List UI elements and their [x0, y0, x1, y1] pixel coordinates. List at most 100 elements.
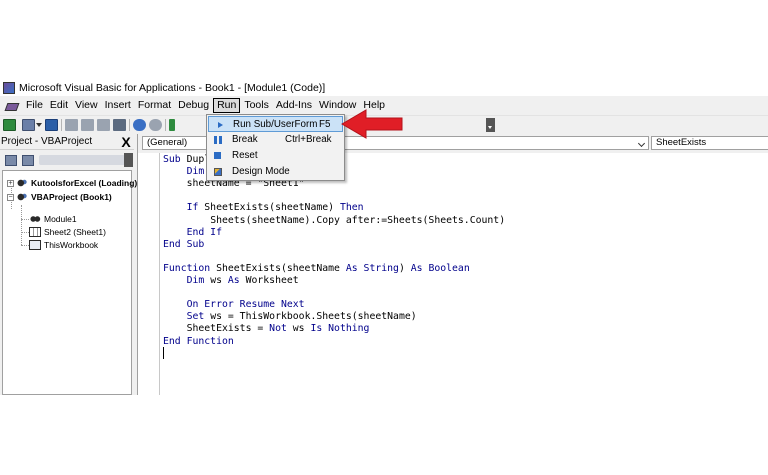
code-line: End Function	[163, 336, 234, 348]
find-icon[interactable]	[113, 118, 126, 131]
code-text: )	[398, 262, 411, 274]
tree-connector	[21, 245, 29, 246]
redo-icon[interactable]	[149, 118, 162, 131]
project-pane-close-button[interactable]: X	[119, 135, 133, 149]
vba-project-icon	[16, 192, 28, 202]
code-keyword: As String	[345, 262, 399, 274]
menu-item-design-mode[interactable]: Design Mode	[208, 164, 343, 180]
code-keyword: Function	[163, 262, 211, 274]
tree-item-vbaproject[interactable]: − VBAProject (Book1)	[7, 191, 112, 203]
vba-project-icon	[16, 178, 28, 188]
code-keyword: Set	[186, 311, 205, 323]
stop-icon	[214, 152, 221, 159]
code-keyword: Sub	[163, 154, 181, 165]
tree-item-kutools[interactable]: + KutoolsforExcel (Loading)	[7, 177, 137, 189]
play-icon	[218, 122, 223, 128]
run-icon[interactable]	[169, 118, 175, 131]
code-editor[interactable]: Sub Dupl Dim sheetName = "Sheet1" If She…	[163, 154, 768, 395]
chevron-down-icon[interactable]	[637, 138, 647, 148]
code-keyword: If	[186, 202, 199, 214]
code-keyword: Dim	[186, 275, 205, 286]
toolbar-options-button[interactable]	[486, 118, 495, 132]
project-toolbar	[0, 151, 134, 169]
project-pane-header: Project - VBAProject X	[0, 134, 134, 150]
vba-app-icon	[3, 81, 15, 94]
save-icon[interactable]	[45, 118, 58, 131]
title-bar: Microsoft Visual Basic for Applications …	[0, 79, 768, 96]
paste-icon[interactable]	[97, 118, 110, 131]
code-text: SheetExists =	[186, 323, 270, 335]
tree-connector	[21, 232, 29, 233]
toolbar-separator	[61, 118, 62, 131]
menu-run[interactable]: Run	[213, 98, 241, 113]
view-excel-icon[interactable]	[3, 118, 16, 131]
tree-item-thisworkbook[interactable]: ThisWorkbook	[29, 239, 98, 251]
menu-item-break[interactable]: Break Ctrl+Break	[208, 132, 343, 148]
menu-add-ins[interactable]: Add-Ins	[273, 98, 315, 113]
code-keyword: As Boolean	[410, 262, 470, 274]
code-keyword: Is Nothing	[310, 323, 370, 335]
menu-file[interactable]: File	[23, 98, 46, 113]
procedure-dropdown[interactable]: SheetExists	[651, 136, 768, 150]
menu-insert[interactable]: Insert	[102, 98, 134, 113]
menu-format[interactable]: Format	[135, 98, 174, 113]
code-text: ws	[204, 275, 228, 286]
code-line: End Sub	[163, 239, 204, 251]
menu-view[interactable]: View	[72, 98, 101, 113]
chevron-down-icon[interactable]	[36, 122, 42, 127]
code-line: Dim ws As Worksheet	[163, 275, 299, 287]
view-object-icon[interactable]	[22, 154, 34, 166]
code-line: Sheets(sheetName).Copy after:=Sheets(She…	[163, 215, 505, 227]
system-menu-icon[interactable]	[5, 100, 19, 112]
toolbar-separator	[165, 118, 166, 131]
code-text: SheetExists(sheetName)	[198, 202, 340, 214]
project-tree: + KutoolsforExcel (Loading) − VBAProject…	[2, 170, 137, 395]
procedure-dropdown-value: SheetExists	[656, 137, 707, 148]
toggle-folders-icon[interactable]	[39, 155, 125, 165]
code-text: ws	[286, 323, 311, 335]
project-toolbar-options[interactable]	[124, 153, 133, 167]
code-line: On Error Resume Next	[163, 299, 305, 311]
code-keyword: As	[227, 275, 240, 286]
menu-item-run-sub-userform[interactable]: Run Sub/UserForm F5	[208, 116, 343, 132]
code-margin[interactable]	[138, 153, 160, 395]
toolbar-separator	[129, 118, 130, 131]
code-keyword: Not	[269, 323, 287, 335]
code-line: Sub Dupl	[163, 154, 210, 166]
code-keyword: Then	[339, 202, 364, 214]
menu-item-reset[interactable]: Reset	[208, 148, 343, 164]
code-line: Dim	[163, 166, 205, 178]
code-text: Worksheet	[239, 275, 299, 286]
cut-icon[interactable]	[65, 118, 78, 131]
code-line: Set ws = ThisWorkbook.Sheets(sheetName)	[163, 311, 417, 323]
tree-connector	[21, 219, 29, 220]
tree-connector	[21, 205, 22, 245]
tree-item-sheet2[interactable]: Sheet2 (Sheet1)	[29, 226, 106, 238]
code-text: Sheets(sheetName).Copy after:=Sheets(She…	[210, 214, 506, 226]
object-dropdown-value: (General)	[147, 137, 188, 148]
collapse-icon[interactable]: −	[7, 193, 14, 201]
run-menu-dropdown: Run Sub/UserForm F5 Break Ctrl+Break Res…	[206, 114, 345, 181]
insert-userform-icon[interactable]	[22, 118, 35, 131]
module-icon	[29, 214, 41, 224]
undo-icon[interactable]	[133, 118, 146, 131]
code-keyword: End Function	[163, 335, 234, 347]
copy-icon[interactable]	[81, 118, 94, 131]
view-code-icon[interactable]	[5, 154, 17, 166]
code-line: Function SheetExists(sheetName As String…	[163, 263, 470, 275]
expand-icon[interactable]: +	[7, 179, 14, 187]
code-line: SheetExists = Not ws Is Nothing	[163, 323, 370, 335]
menu-debug[interactable]: Debug	[175, 98, 212, 113]
code-keyword: On Error Resume Next	[186, 299, 305, 311]
code-line: End If	[163, 227, 222, 239]
text-caret	[163, 347, 164, 359]
tree-item-module1[interactable]: Module1	[29, 213, 77, 225]
annotation-arrow-icon	[341, 109, 403, 139]
pause-icon	[214, 136, 222, 144]
code-text: ws = ThisWorkbook.Sheets(sheetName)	[204, 311, 417, 323]
menu-tools[interactable]: Tools	[241, 98, 272, 113]
code-line: If SheetExists(sheetName) Then	[163, 202, 364, 214]
code-keyword: Dim	[186, 166, 205, 178]
window-title: Microsoft Visual Basic for Applications …	[19, 81, 326, 94]
menu-edit[interactable]: Edit	[47, 98, 71, 113]
